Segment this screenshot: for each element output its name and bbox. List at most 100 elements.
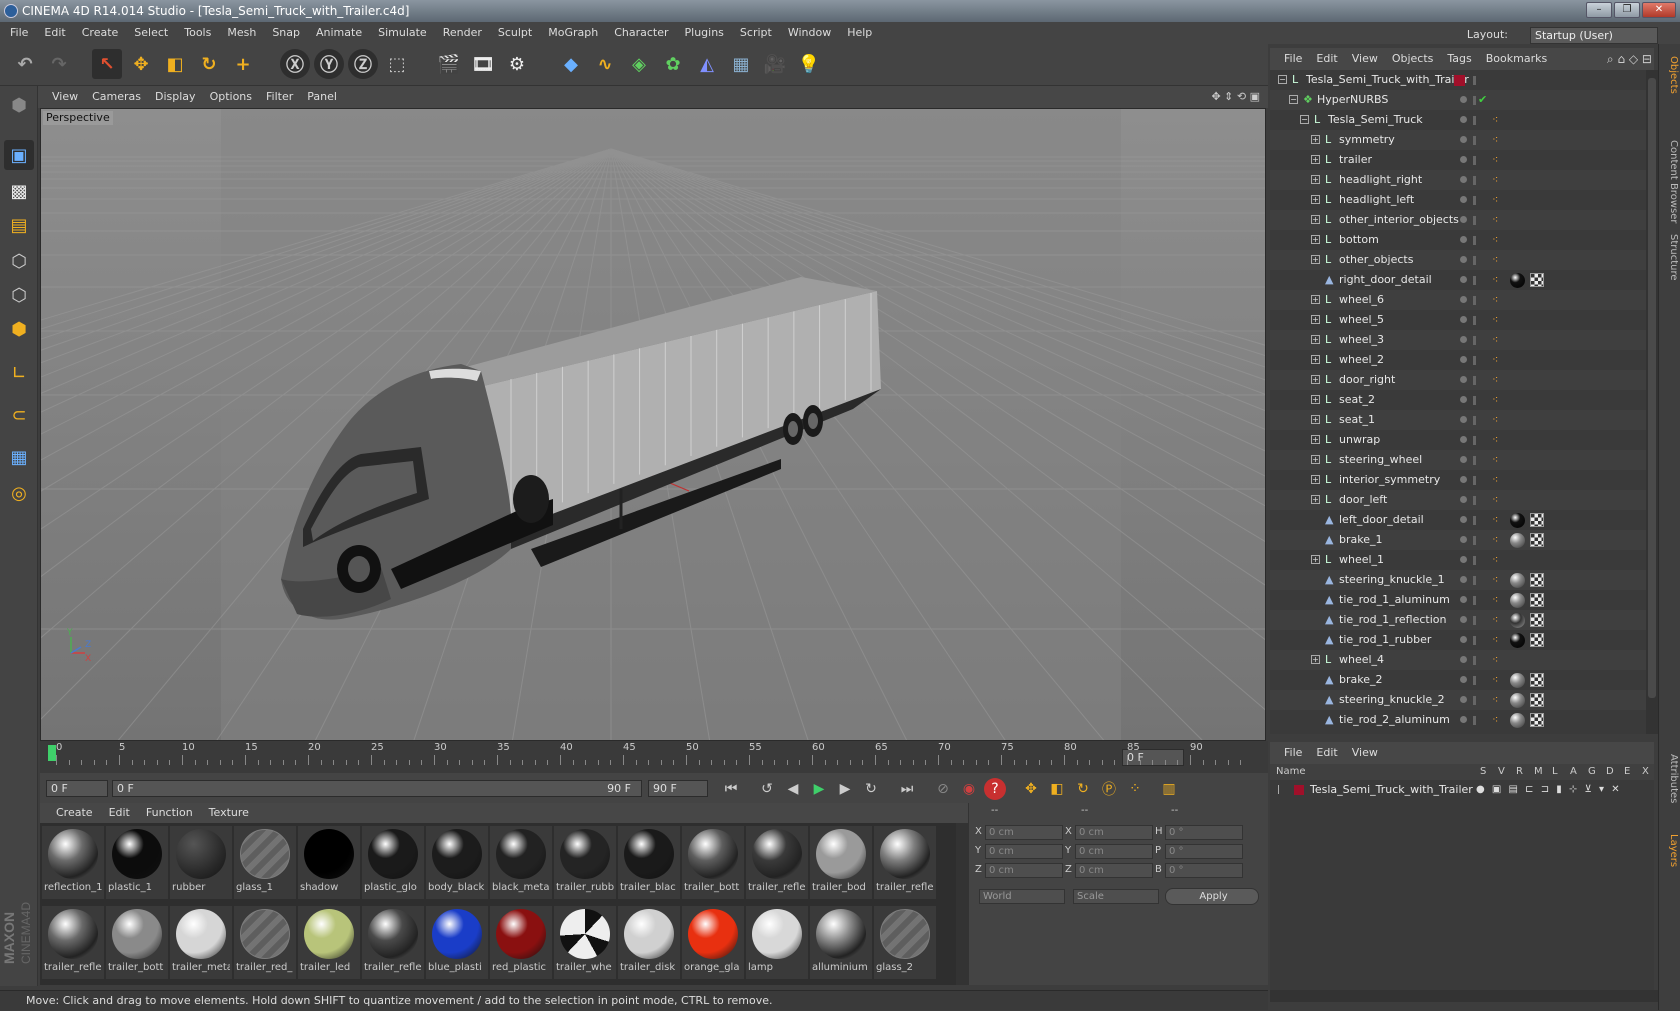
material-swatch[interactable]: alluminium [810, 906, 872, 979]
material-menu-texture[interactable]: Texture [209, 806, 249, 819]
phong-tag-icon[interactable]: ⁖ [1492, 534, 1502, 546]
object-row[interactable]: ▲ right_door_detail ⁖ [1270, 270, 1646, 290]
editor-visibility-dot[interactable] [1460, 276, 1467, 283]
phong-tag-icon[interactable]: ⁖ [1492, 354, 1502, 366]
add-icon[interactable]: + [228, 49, 258, 79]
layer-column-s[interactable]: S [1480, 764, 1486, 780]
phong-tag-icon[interactable]: ⁖ [1492, 174, 1502, 186]
coord-field[interactable]: 0 cm [985, 825, 1063, 840]
key-rotation-icon[interactable]: ↻ [1072, 778, 1094, 800]
expand-toggle-icon[interactable]: + [1311, 475, 1320, 484]
texture-tag-icon[interactable] [1530, 593, 1544, 607]
editor-visibility-dot[interactable] [1460, 476, 1467, 483]
expand-toggle-icon[interactable]: + [1311, 295, 1320, 304]
expand-toggle-icon[interactable]: + [1311, 155, 1320, 164]
render-visibility-dot[interactable] [1473, 576, 1476, 585]
menu-snap[interactable]: Snap [272, 26, 300, 39]
spline-icon[interactable]: ∿ [590, 49, 620, 79]
object-menu-objects[interactable]: Objects [1392, 52, 1434, 65]
material-swatch[interactable]: lamp [746, 906, 808, 979]
render-visibility-dot[interactable] [1473, 236, 1476, 245]
coordinate-mode-dropdown[interactable]: World [979, 889, 1065, 904]
material-tag-icon[interactable] [1510, 633, 1525, 648]
render-visibility-dot[interactable] [1473, 256, 1476, 265]
workplane-lock-icon[interactable]: ▦ [4, 442, 34, 472]
render-visibility-dot[interactable] [1473, 356, 1476, 365]
object-row[interactable]: ▲ steering_knuckle_2 ⁖ [1270, 690, 1646, 710]
coord-field[interactable]: 0 ° [1165, 825, 1243, 840]
object-menu-file[interactable]: File [1284, 52, 1302, 65]
expand-toggle-icon[interactable]: + [1311, 415, 1320, 424]
layer-expand-icon[interactable] [1278, 785, 1287, 794]
texture-tag-icon[interactable] [1530, 633, 1544, 647]
material-menu-function[interactable]: Function [146, 806, 193, 819]
material-swatch[interactable]: orange_gla [682, 906, 744, 979]
material-menu-edit[interactable]: Edit [109, 806, 130, 819]
deformer-icon[interactable]: ◭ [692, 49, 722, 79]
phong-tag-icon[interactable]: ⁖ [1492, 594, 1502, 606]
render-visibility-dot[interactable] [1473, 696, 1476, 705]
y-axis-icon[interactable]: Ⓨ [314, 49, 344, 79]
render-visibility-dot[interactable] [1473, 556, 1476, 565]
phong-tag-icon[interactable]: ⁖ [1492, 334, 1502, 346]
go-to-end-icon[interactable]: ⏭ [896, 778, 918, 800]
phong-tag-icon[interactable]: ⁖ [1492, 554, 1502, 566]
render-visibility-dot[interactable] [1473, 116, 1476, 125]
render-visibility-dot[interactable] [1473, 156, 1476, 165]
viewport-menu-panel[interactable]: Panel [307, 90, 337, 103]
maximize-button[interactable]: ❐ [1614, 2, 1640, 18]
move-icon[interactable]: ✥ [126, 49, 156, 79]
material-swatch[interactable]: plastic_glo [362, 826, 424, 899]
editor-visibility-dot[interactable] [1460, 396, 1467, 403]
layer-column-name[interactable]: Name [1276, 764, 1306, 780]
layer-toggle-icons[interactable]: ● ▣ ▤ ⊏ ⊐ ▮ ⊹ ⊻ ▾ ✕ [1476, 780, 1622, 800]
viewport-menu-filter[interactable]: Filter [266, 90, 293, 103]
layer-column-e[interactable]: E [1624, 764, 1630, 780]
points-mode-icon[interactable]: ⬡ [4, 246, 34, 276]
editor-visibility-dot[interactable] [1460, 656, 1467, 663]
material-swatch[interactable]: plastic_1 [106, 826, 168, 899]
expand-toggle-icon[interactable]: + [1311, 335, 1320, 344]
phong-tag-icon[interactable]: ⁖ [1492, 134, 1502, 146]
material-swatch[interactable]: red_plastic [490, 906, 552, 979]
viewport-nav-icon[interactable]: ✥ ⇕ ⟲ ▣ [1211, 86, 1260, 108]
render-visibility-dot[interactable] [1473, 536, 1476, 545]
expand-toggle-icon[interactable]: + [1311, 355, 1320, 364]
expand-toggle-icon[interactable]: + [1311, 255, 1320, 264]
material-swatch[interactable]: trailer_led [298, 906, 360, 979]
material-swatch[interactable]: trailer_bott [682, 826, 744, 899]
layer-column-d[interactable]: D [1606, 764, 1614, 780]
object-row[interactable]: + Lseat_2 ⁖ [1270, 390, 1646, 410]
side-tab-objects[interactable]: Objects [1661, 56, 1679, 94]
menu-simulate[interactable]: Simulate [378, 26, 427, 39]
layer-column-g[interactable]: G [1588, 764, 1596, 780]
render-visibility-dot[interactable] [1473, 616, 1476, 625]
layer-row[interactable]: Tesla_Semi_Truck_with_Trailer ● ▣ ▤ ⊏ ⊐ ▮… [1270, 780, 1654, 800]
help-keyframe-icon[interactable]: ? [984, 778, 1006, 800]
render-visibility-dot[interactable] [1473, 96, 1476, 105]
editor-visibility-dot[interactable] [1460, 296, 1467, 303]
timeline-ruler[interactable]: 0 F 0 5 10 15 20 25 30 35 40 45 50 55 60 65 70 75 80 85 90 [40, 741, 1268, 773]
expand-toggle-icon[interactable]: − [1300, 115, 1309, 124]
expand-toggle-icon[interactable]: − [1289, 95, 1298, 104]
live-selection-icon[interactable]: ↖ [92, 49, 122, 79]
render-visibility-dot[interactable] [1473, 656, 1476, 665]
phong-tag-icon[interactable]: ⁖ [1492, 114, 1502, 126]
object-menu-edit[interactable]: Edit [1316, 52, 1337, 65]
layer-column-r[interactable]: R [1516, 764, 1523, 780]
object-row[interactable]: + Lunwrap ⁖ [1270, 430, 1646, 450]
enabled-check-icon[interactable]: ✔ [1478, 94, 1488, 106]
editor-visibility-dot[interactable] [1460, 536, 1467, 543]
menu-sculpt[interactable]: Sculpt [498, 26, 532, 39]
editor-visibility-dot[interactable] [1460, 136, 1467, 143]
material-tag-icon[interactable] [1510, 573, 1525, 588]
object-row[interactable]: ▲ tie_rod_1_reflection ⁖ [1270, 610, 1646, 630]
side-tab-attributes[interactable]: Attributes [1661, 754, 1679, 803]
phong-tag-icon[interactable]: ⁖ [1492, 314, 1502, 326]
object-row[interactable]: + Linterior_symmetry ⁖ [1270, 470, 1646, 490]
editor-visibility-dot[interactable] [1460, 416, 1467, 423]
texture-tag-icon[interactable] [1530, 613, 1544, 627]
key-scale-icon[interactable]: ◧ [1046, 778, 1068, 800]
material-menu-create[interactable]: Create [56, 806, 93, 819]
autokey-icon[interactable]: ◉ [958, 778, 980, 800]
